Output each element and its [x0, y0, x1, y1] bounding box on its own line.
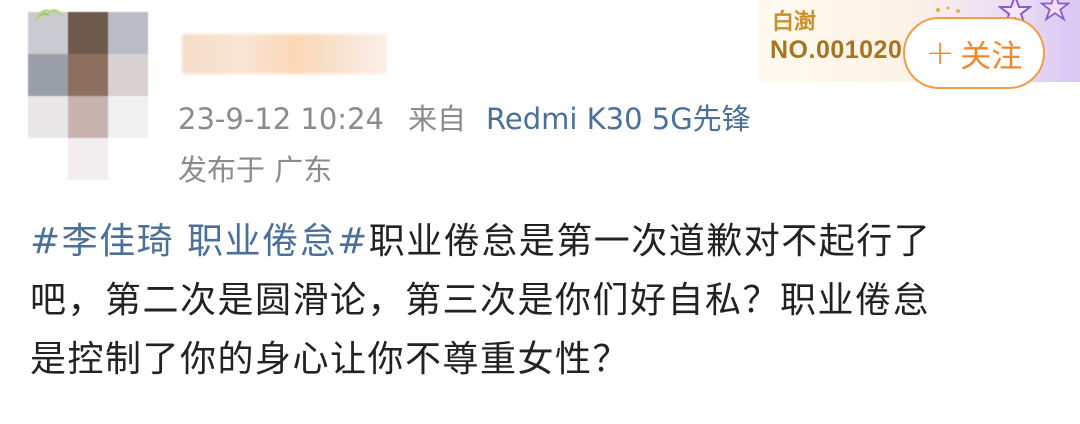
- avatar-leaf-icon: [34, 9, 64, 22]
- star-decoration-icon: [1040, 0, 1070, 22]
- follow-button-label: 关注: [960, 38, 1023, 75]
- post-content: #李佳琦 职业倦怠#职业倦怠是第一次道歉对不起行了 吧，第二次是圆滑论，第三次是…: [30, 212, 1040, 389]
- post-timestamp: 23-9-12 10:24: [178, 102, 384, 136]
- post-text-line3: 是控制了你的身心让你不尊重女性？: [30, 339, 631, 380]
- username-blurred[interactable]: [182, 34, 387, 74]
- post-location: 发布于 广东: [178, 153, 333, 187]
- plus-icon: +: [925, 33, 955, 73]
- post-text-line2: 吧，第二次是圆滑论，第三次是你们好自私？职业倦怠: [30, 280, 931, 321]
- fan-badge-name: 白澍: [772, 10, 817, 35]
- from-label: 来自: [407, 102, 466, 136]
- post-text-line1: 职业倦怠是第一次道歉对不起行了: [368, 221, 932, 262]
- topic-link[interactable]: #李佳琦 职业倦怠#: [30, 221, 369, 262]
- post-device[interactable]: Redmi K30 5G先锋: [486, 102, 751, 136]
- avatar[interactable]: [28, 12, 148, 180]
- fan-badge-number: NO.001020: [770, 36, 903, 64]
- post-meta: 23-9-12 10:24 来自 Redmi K30 5G先锋: [178, 96, 751, 138]
- sparkle-icon: [936, 6, 960, 13]
- follow-button[interactable]: + 关注: [903, 17, 1045, 89]
